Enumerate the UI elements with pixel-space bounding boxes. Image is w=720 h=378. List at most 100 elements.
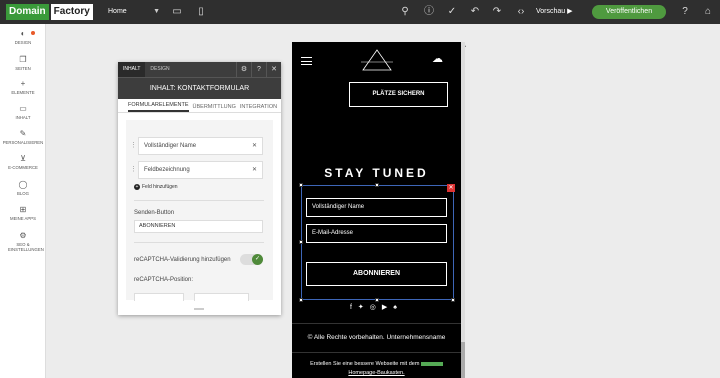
mobile-preview: ☁ PLÄTZE SICHERN STAY TUNED ✕ Vollständi…	[292, 42, 461, 378]
section-heading: STAY TUNED	[324, 166, 429, 180]
notification-dot	[31, 31, 35, 35]
form-field-item[interactable]: Feldbezeichnung ✕	[138, 161, 263, 179]
divider	[292, 352, 461, 353]
youtube-icon[interactable]: ▶	[382, 304, 393, 311]
subtab-formularelemente[interactable]: FORMULARELEMENTE	[128, 102, 189, 112]
page-select-value: Home	[108, 8, 127, 15]
folder-icon: ▭	[19, 104, 27, 113]
panel-body: ⋮ Vollständiger Name ✕ ⋮ Feldbezeichnung…	[126, 120, 273, 301]
preview-name-input[interactable]: Vollständiger Name	[306, 198, 447, 217]
drag-handle-icon[interactable]: ⋮	[130, 137, 137, 155]
delete-element-icon[interactable]: ✕	[447, 184, 455, 192]
contact-form-panel: INHALT DESIGN ⚙ ? ✕ INHALT: KONTAKTFORMU…	[118, 62, 281, 315]
subtab-uebermittlung[interactable]: ÜBERMITTLUNG	[193, 104, 236, 112]
subtab-integration[interactable]: INTEGRATION	[240, 104, 277, 112]
sidebar-item-inhalt[interactable]: ▭ INHALT	[0, 104, 46, 121]
cta-button[interactable]: PLÄTZE SICHERN	[349, 82, 448, 107]
resize-handle[interactable]	[451, 298, 455, 302]
help-icon[interactable]: ?	[251, 62, 266, 77]
plus-icon: +	[134, 184, 140, 190]
sidebar-item-seo[interactable]: ⚙ SEO & EINSTELLUNGEN	[0, 231, 46, 253]
resize-handle[interactable]	[375, 298, 379, 302]
sidebar-item-elemente[interactable]: + ELEMENTE	[0, 80, 46, 96]
form-field-label: Vollständiger Name	[144, 143, 197, 149]
sidebar-item-label: ELEMENTE	[11, 90, 35, 95]
sidebar-item-design[interactable]: ◐ DESIGN	[0, 30, 46, 45]
tab-inhalt[interactable]: INHALT	[118, 62, 146, 77]
preview-email-input[interactable]: E-Mail-Adresse	[306, 224, 447, 243]
panel-subtabs: FORMULARELEMENTE ÜBERMITTLUNG INTEGRATIO…	[118, 99, 281, 113]
copyright-text: © Alle Rechte vorbehalten. Unternehmensn…	[307, 334, 446, 341]
drag-handle-icon[interactable]: ⋮	[130, 161, 137, 179]
soundcloud-icon[interactable]: ☁	[432, 52, 443, 65]
preview-subscribe-button[interactable]: ABONNIEREN	[306, 262, 447, 286]
help-icon[interactable]: ?	[678, 5, 692, 19]
home-icon[interactable]: ⌂	[701, 5, 715, 19]
sidebar-item-label: SEO & EINSTELLUNGEN	[8, 242, 44, 252]
snapchat-icon[interactable]: ♠	[393, 304, 403, 311]
sidebar-item-label: SEITEN	[15, 66, 31, 71]
sidebar-item-seiten[interactable]: ❐ SEITEN	[0, 56, 46, 72]
publish-button[interactable]: Veröffentlichen	[592, 5, 666, 19]
code-icon[interactable]: ‹›	[514, 5, 528, 19]
facebook-icon[interactable]: f	[350, 304, 358, 311]
instagram-icon[interactable]: ◎	[370, 304, 382, 311]
resize-handle[interactable]	[299, 240, 303, 244]
twitter-icon[interactable]: ✦	[358, 304, 370, 311]
remove-field-icon[interactable]: ✕	[252, 162, 257, 178]
add-field-button[interactable]: + Feld hinzufügen	[134, 184, 178, 190]
form-field-label: Feldbezeichnung	[144, 167, 190, 173]
search-icon[interactable]: ⚲	[398, 5, 412, 19]
promo-link[interactable]: Homepage-Baukasten.	[348, 370, 404, 376]
app-logo[interactable]: Domain Factory	[6, 4, 93, 20]
check-icon[interactable]: ✓	[445, 5, 459, 19]
recaptcha-toggle[interactable]: ✓	[240, 254, 263, 265]
sidebar-item-label: BLOG	[17, 191, 29, 196]
preview-button[interactable]: Vorschau ▶	[536, 4, 573, 20]
scrollbar-thumb[interactable]	[461, 342, 465, 378]
social-icons: f✦◎▶♠	[292, 303, 461, 311]
resize-grip[interactable]	[194, 308, 204, 310]
sidebar-item-ecommerce[interactable]: ⊻ E-COMMERCE	[0, 154, 46, 171]
site-logo	[361, 49, 393, 71]
submit-button-text-input[interactable]: ABONNIEREN	[134, 220, 263, 233]
info-icon[interactable]: ⓘ	[422, 5, 436, 19]
gear-icon[interactable]: ⚙	[236, 62, 251, 77]
sidebar-item-personalisieren[interactable]: ✎ PERSONALISIEREN	[0, 129, 46, 146]
sidebar-item-label: DESIGN	[14, 40, 32, 45]
page-select[interactable]: Home ▼	[104, 4, 162, 20]
logo-part2: Factory	[50, 4, 93, 20]
divider	[134, 242, 264, 243]
left-sidebar: ◐ DESIGN ❐ SEITEN + ELEMENTE ▭ INHALT ✎ …	[0, 24, 46, 378]
form-field-item[interactable]: Vollständiger Name ✕	[138, 137, 263, 155]
desktop-icon[interactable]: ▭	[170, 5, 184, 19]
hamburger-menu-icon[interactable]	[301, 57, 312, 65]
recaptcha-position-option[interactable]	[194, 293, 249, 301]
redo-icon[interactable]: ↷	[490, 5, 504, 19]
personalize-icon: ✎	[19, 129, 27, 138]
close-icon[interactable]: ✕	[266, 62, 281, 77]
sidebar-item-label: E-COMMERCE	[8, 165, 38, 170]
apps-icon: ⊞	[19, 205, 27, 214]
resize-handle[interactable]	[299, 183, 303, 187]
recaptcha-position-option[interactable]	[134, 293, 184, 301]
recaptcha-position-label: reCAPTCHA-Position:	[134, 277, 194, 283]
sidebar-item-meine-apps[interactable]: ⊞ MEINE APPS	[0, 205, 46, 222]
sidebar-item-label: MEINE APPS	[9, 216, 37, 221]
settings-icon: ⚙	[19, 231, 27, 240]
sidebar-item-blog[interactable]: ◯ BLOG	[0, 181, 46, 197]
mobile-icon[interactable]: ▯	[194, 5, 208, 19]
sidebar-item-label: INHALT	[15, 115, 31, 120]
cart-icon: ⊻	[20, 154, 26, 163]
promo-text: Erstellen Sie eine bessere Webseite mit …	[292, 360, 461, 378]
preview-scrollbar[interactable]	[461, 42, 465, 378]
remove-field-icon[interactable]: ✕	[252, 138, 257, 154]
resize-handle[interactable]	[299, 298, 303, 302]
badge-icon	[420, 361, 443, 366]
sidebar-item-label: PERSONALISIEREN	[2, 140, 44, 145]
panel-tabs: INHALT DESIGN ⚙ ? ✕	[118, 62, 281, 77]
undo-icon[interactable]: ↶	[468, 5, 482, 19]
resize-handle[interactable]	[375, 183, 379, 187]
palette-icon: ◐	[20, 29, 26, 38]
tab-design[interactable]: DESIGN	[145, 62, 174, 77]
